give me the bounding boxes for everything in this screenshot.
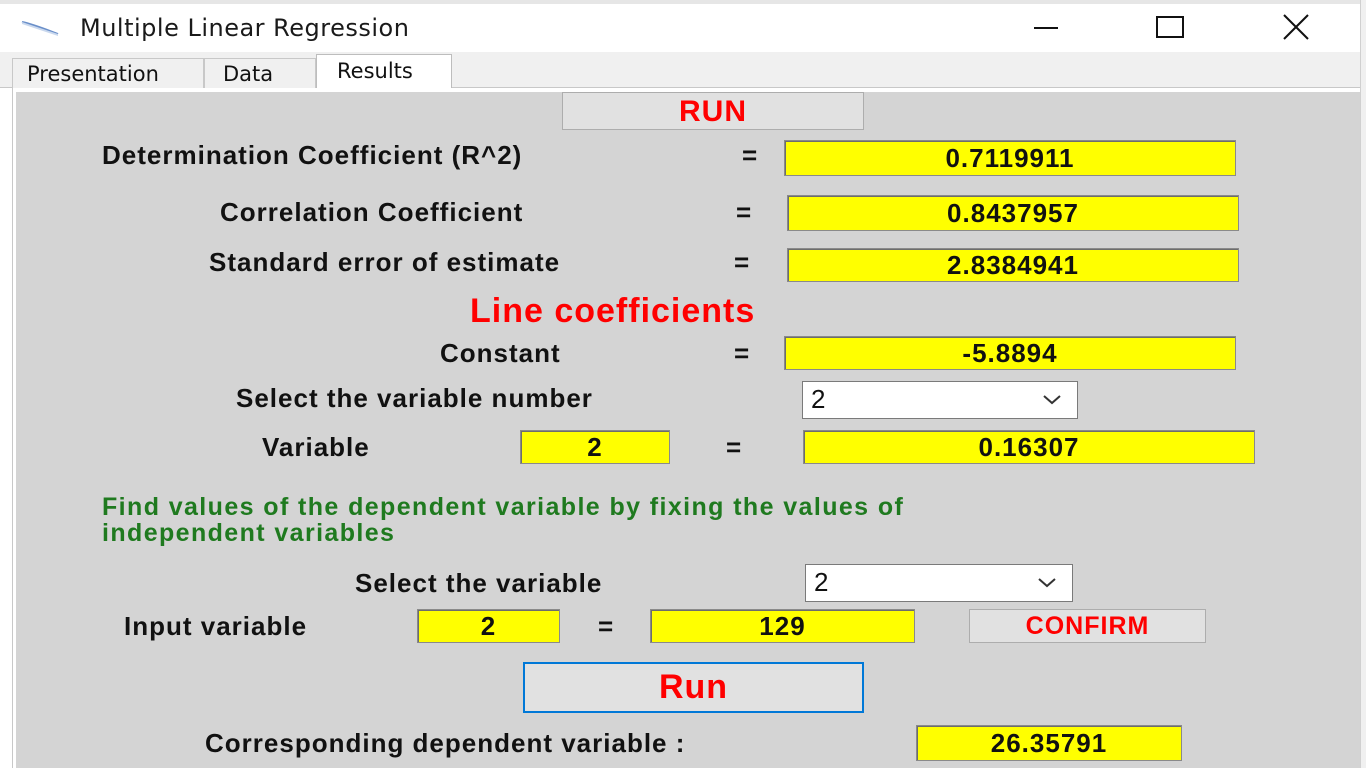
r2-label: Determination Coefficient (R^2) bbox=[102, 140, 523, 170]
minimize-icon[interactable] bbox=[1026, 10, 1066, 44]
run-dependent-button[interactable]: Run bbox=[523, 662, 864, 713]
r2-value-field: 0.7119911 bbox=[784, 140, 1236, 176]
input-variable-equals: = bbox=[598, 611, 614, 641]
select-variable-label: Select the variable bbox=[355, 568, 603, 598]
chevron-down-icon bbox=[1043, 395, 1061, 405]
correlation-equals: = bbox=[736, 197, 752, 227]
r2-equals: = bbox=[742, 140, 758, 170]
constant-value-field: -5.8894 bbox=[784, 336, 1236, 370]
std-error-value-field: 2.8384941 bbox=[787, 248, 1239, 282]
line-coefficients-heading: Line coefficients bbox=[470, 292, 756, 330]
variable-equals: = bbox=[726, 432, 742, 462]
select-variable-number-label: Select the variable number bbox=[236, 383, 593, 413]
close-icon[interactable] bbox=[1276, 10, 1316, 44]
variable-coefficient-field: 0.16307 bbox=[803, 430, 1255, 464]
std-error-label: Standard error of estimate bbox=[209, 247, 561, 277]
input-variable-label: Input variable bbox=[124, 611, 308, 641]
maximize-icon[interactable] bbox=[1150, 10, 1190, 44]
window-title: Multiple Linear Regression bbox=[80, 14, 410, 42]
constant-equals: = bbox=[734, 338, 750, 368]
tab-data[interactable]: Data bbox=[204, 58, 316, 88]
variable-dropdown-value: 2 bbox=[814, 567, 829, 597]
variable-label: Variable bbox=[262, 432, 370, 462]
correlation-label: Correlation Coefficient bbox=[220, 197, 524, 227]
std-error-equals: = bbox=[734, 247, 750, 277]
top-border bbox=[0, 0, 1366, 4]
variable-dropdown[interactable]: 2 bbox=[805, 564, 1073, 602]
confirm-button[interactable]: CONFIRM bbox=[969, 609, 1206, 643]
variable-number-dropdown-value: 2 bbox=[811, 384, 826, 414]
constant-label: Constant bbox=[440, 338, 561, 368]
find-values-line-1: Find values of the dependent variable by… bbox=[102, 493, 905, 521]
chevron-down-icon bbox=[1038, 578, 1056, 588]
find-values-instruction: Find values of the dependent variable by… bbox=[102, 494, 1302, 546]
run-button[interactable]: RUN bbox=[562, 92, 864, 130]
dependent-variable-label: Corresponding dependent variable : bbox=[205, 728, 686, 758]
variable-number-dropdown[interactable]: 2 bbox=[802, 381, 1078, 419]
input-variable-value-field[interactable]: 129 bbox=[650, 609, 915, 643]
find-values-line-2: independent variables bbox=[102, 519, 396, 547]
regression-app-icon bbox=[21, 21, 59, 36]
correlation-value-field: 0.8437957 bbox=[787, 195, 1239, 231]
input-variable-index-field[interactable]: 2 bbox=[417, 609, 560, 643]
tab-results[interactable]: Results bbox=[316, 54, 452, 90]
tab-presentation[interactable]: Presentation bbox=[12, 58, 204, 88]
dependent-variable-value-field: 26.35791 bbox=[916, 725, 1182, 761]
window-right-edge bbox=[1360, 0, 1366, 768]
variable-index-field: 2 bbox=[520, 430, 670, 464]
